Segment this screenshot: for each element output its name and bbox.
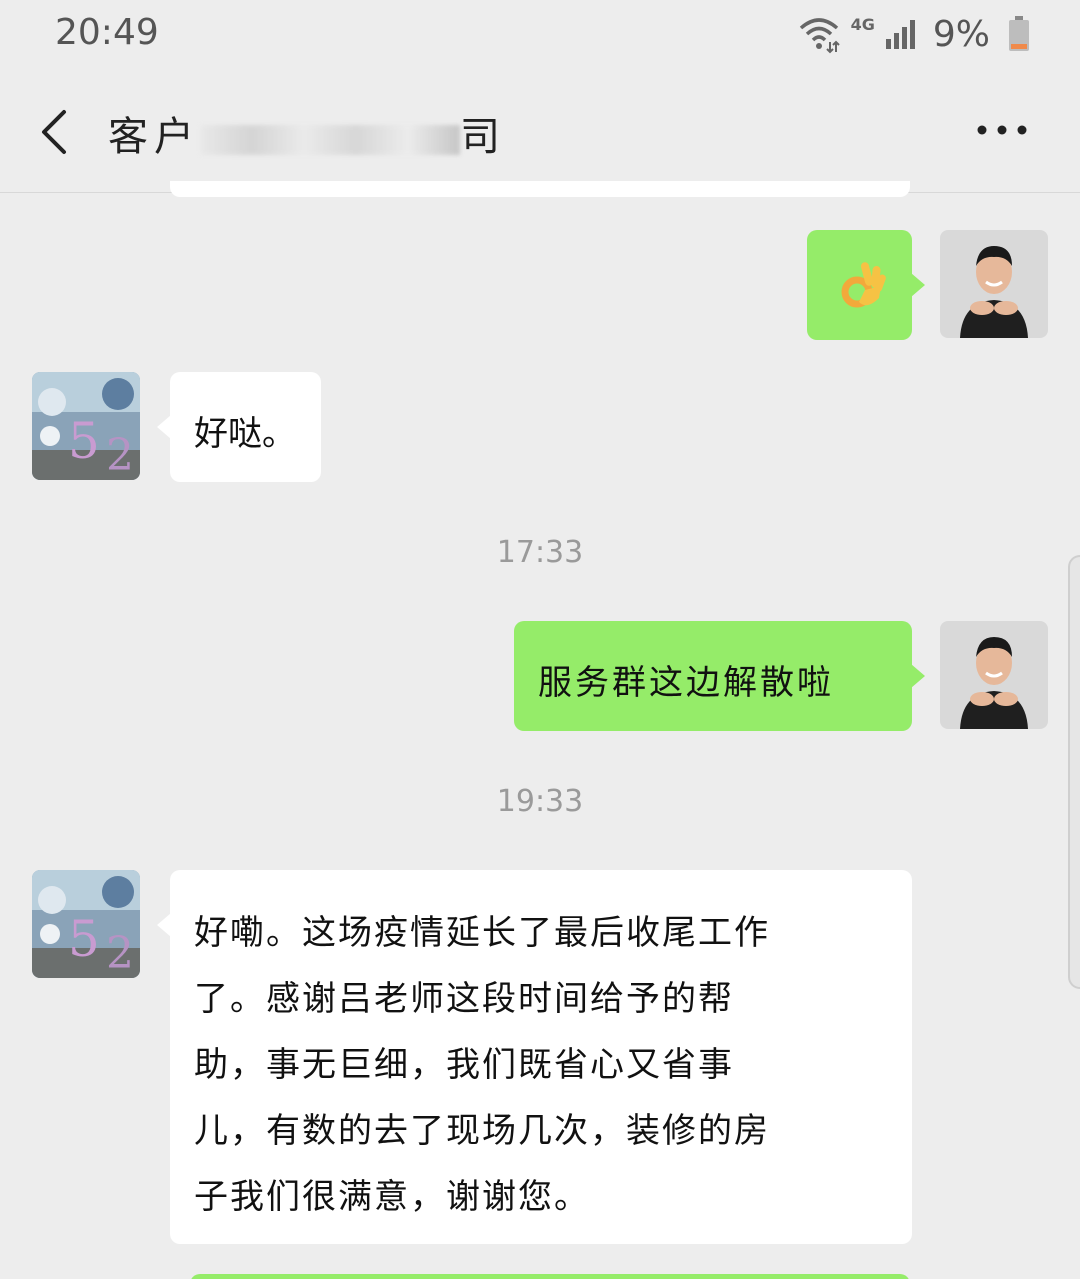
contact-avatar[interactable]: 5 2 <box>32 372 140 480</box>
wifi-icon <box>799 18 840 54</box>
message-line: 好嘞。这场疫情延长了最后收尾工作 <box>194 913 770 953</box>
message-line: 子我们很满意，谢谢您。 <box>194 1177 590 1217</box>
more-options-button[interactable] <box>972 110 1032 150</box>
status-bar: 20:49 4G 9% <box>0 0 1080 70</box>
status-icons: 4G 9% <box>797 12 1030 56</box>
man-portrait-icon <box>940 230 1048 338</box>
message-text: 服务群这边解散啦 <box>538 663 834 703</box>
previous-message-bubble <box>170 181 910 197</box>
message-line: 儿，有数的去了现场几次，装修的房 <box>194 1111 770 1151</box>
next-message-bubble <box>190 1274 910 1279</box>
chat-title-tail: 司 <box>460 114 506 160</box>
party-photo-icon: 5 2 <box>32 870 140 978</box>
redacted-title-blur <box>200 125 460 155</box>
svg-text:5: 5 <box>68 412 100 470</box>
network-label: 4G <box>850 14 875 34</box>
more-dots-icon <box>977 125 1027 135</box>
party-photo-icon: 5 2 <box>32 372 140 480</box>
battery-percent: 9% <box>932 13 990 55</box>
timestamp: 19:33 <box>496 784 584 819</box>
my-avatar[interactable] <box>940 621 1048 729</box>
scroll-handle[interactable] <box>1068 555 1080 989</box>
bubble-tail <box>157 913 171 937</box>
message-bubble-outgoing[interactable]: 服务群这边解散啦 <box>514 621 912 731</box>
ok-hand-icon <box>833 256 889 316</box>
back-button[interactable] <box>28 100 88 160</box>
message-line: 助，事无巨细，我们既省心又省事 <box>194 1045 734 1085</box>
signal-icon <box>885 20 915 49</box>
message-bubble-incoming[interactable]: 好哒。 <box>170 372 321 482</box>
svg-text:2: 2 <box>106 430 134 480</box>
bubble-tail <box>157 415 171 439</box>
message-bubble-incoming[interactable]: 好嘞。这场疫情延长了最后收尾工作 了。感谢吕老师这段时间给予的帮 助，事无巨细，… <box>170 870 912 1244</box>
title-bar: 客户 司 <box>0 70 1080 193</box>
my-avatar[interactable] <box>940 230 1048 338</box>
chat-title-text: 客户 <box>108 114 200 160</box>
contact-avatar[interactable]: 5 2 <box>32 870 140 978</box>
battery-icon <box>1009 16 1029 51</box>
message-list[interactable]: 5 2 好哒。 17:33 服务群这边解散啦 19:33 5 2 好嘞。这场疫情… <box>0 181 1080 1279</box>
svg-text:5: 5 <box>68 910 100 968</box>
message-bubble-ok-emoji[interactable] <box>807 230 912 340</box>
svg-text:2: 2 <box>106 928 134 978</box>
status-time: 20:49 <box>55 12 159 53</box>
message-line: 了。感谢吕老师这段时间给予的帮 <box>194 979 734 1019</box>
man-portrait-icon <box>940 621 1048 729</box>
message-text: 好哒。 <box>194 414 296 454</box>
chevron-left-icon <box>42 110 66 154</box>
bubble-tail <box>911 664 925 688</box>
chat-title: 客户 司 <box>108 104 506 162</box>
chat-screen: 20:49 4G 9% 客户 司 5 2 好哒。 17:33 服务群这边解散啦 … <box>0 0 1080 1279</box>
timestamp: 17:33 <box>496 535 584 570</box>
bubble-tail <box>911 273 925 297</box>
